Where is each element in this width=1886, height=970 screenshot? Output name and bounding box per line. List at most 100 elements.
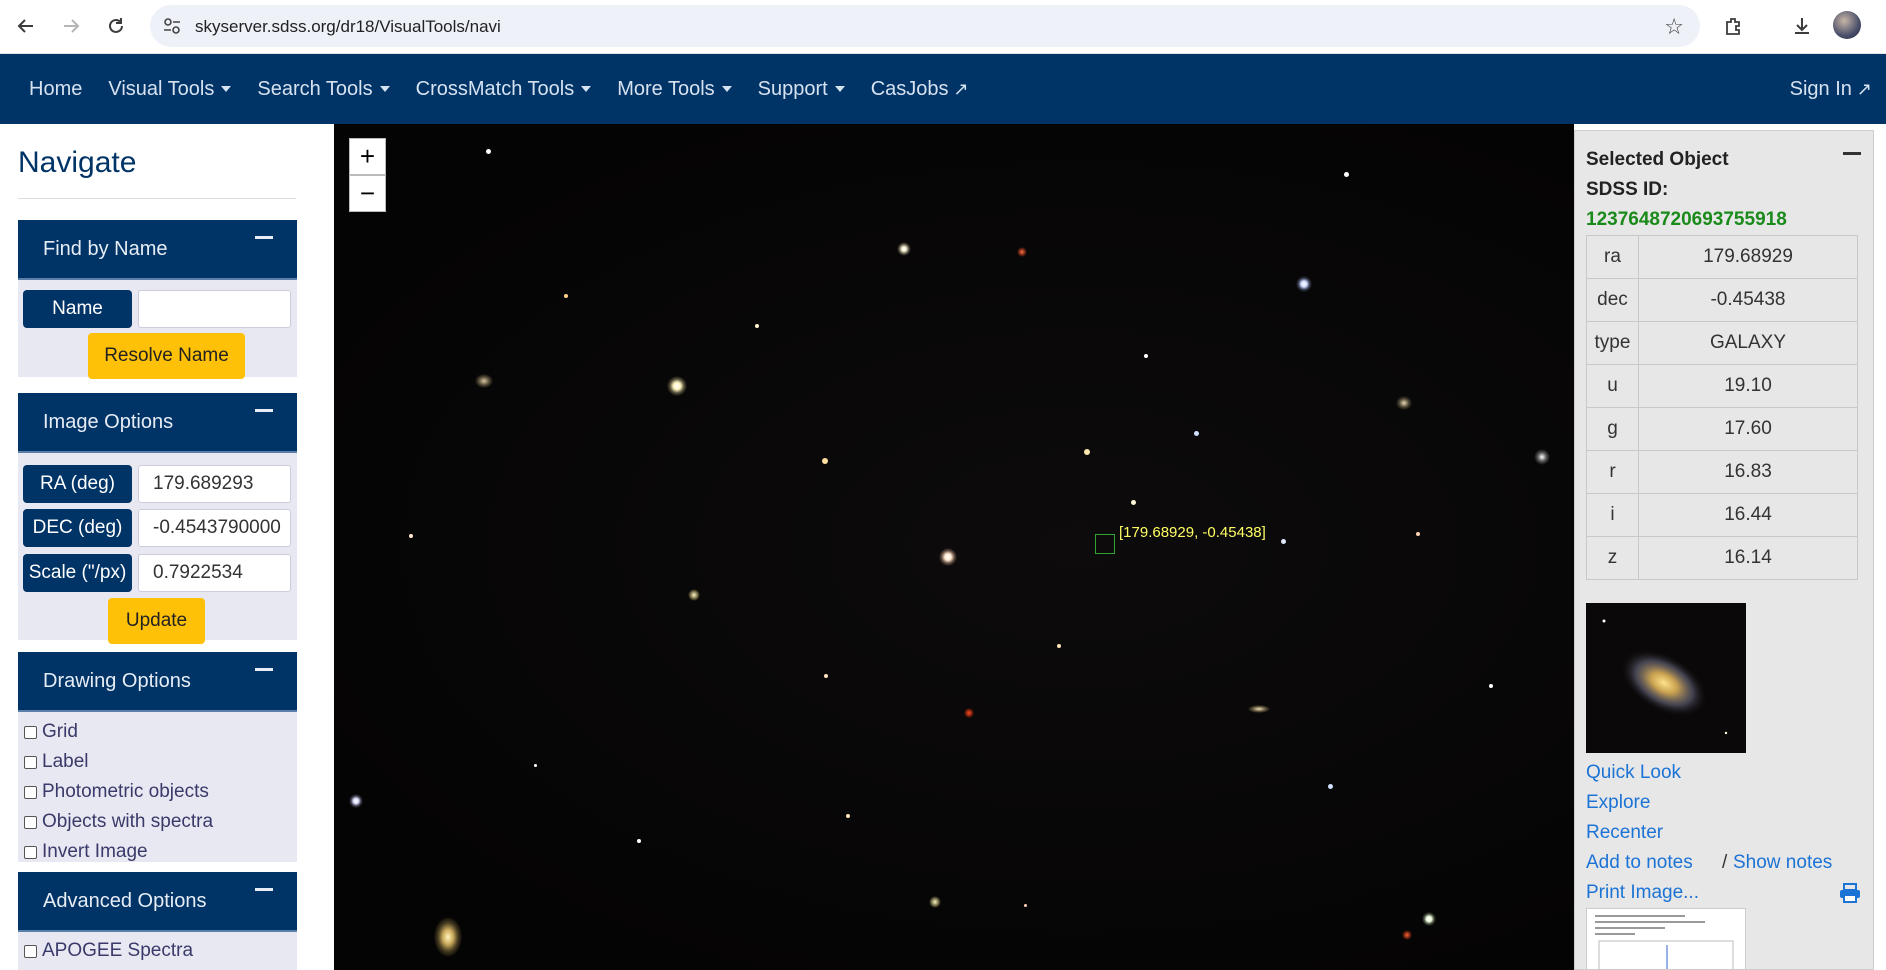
drawing-options-title: Drawing Options — [43, 669, 191, 692]
download-icon[interactable] — [1786, 10, 1818, 42]
name-input[interactable] — [138, 290, 291, 328]
nav-visual-tools[interactable]: Visual Tools — [95, 78, 244, 101]
site-navbar: Home Visual Tools Search Tools CrossMatc… — [0, 54, 1886, 124]
grid-checkbox[interactable]: Grid — [24, 721, 78, 743]
nav-casjobs-label: CasJobs — [870, 77, 949, 100]
advanced-options-title: Advanced Options — [43, 889, 207, 912]
resolve-name-button[interactable]: Resolve Name — [88, 333, 245, 379]
zoom-in-button[interactable]: + — [349, 138, 386, 175]
update-button[interactable]: Update — [108, 598, 205, 644]
checkbox-box[interactable] — [24, 845, 37, 859]
apogee-spectra-checkbox[interactable]: APOGEE Spectra — [24, 940, 193, 962]
table-row: u 19.10 — [1586, 364, 1858, 408]
zoom-out-button[interactable]: − — [349, 175, 386, 212]
nav-support[interactable]: Support — [745, 78, 858, 101]
nav-more-tools[interactable]: More Tools — [604, 78, 744, 101]
photometric-objects-checkbox[interactable]: Photometric objects — [24, 781, 209, 803]
url-text: skyserver.sdss.org/dr18/VisualTools/navi — [195, 17, 501, 36]
image-options-body: RA (deg) 179.689293 DEC (deg) -0.4543790… — [18, 453, 297, 644]
selected-object-marker[interactable] — [1095, 534, 1115, 554]
invert-image-checkbox[interactable]: Invert Image — [24, 841, 148, 863]
sdss-id-value: 1237648720693755918 — [1586, 209, 1787, 230]
selected-object-title: Selected Object — [1586, 149, 1729, 170]
sign-in-label: Sign In — [1789, 77, 1852, 100]
site-info-icon[interactable] — [162, 16, 182, 36]
selected-object-panel: Selected Object SDSS ID: 123764872069375… — [1574, 130, 1874, 970]
label-label: Label — [42, 751, 89, 772]
ra-label: RA (deg) — [23, 465, 132, 503]
caret-down-icon — [581, 86, 592, 92]
external-link-icon: ↗ — [1856, 78, 1872, 99]
dec-label: DEC (deg) — [23, 509, 132, 547]
checkbox-box[interactable] — [24, 944, 37, 958]
prop-value: 19.10 — [1638, 364, 1858, 408]
print-image-link[interactable]: Print Image... — [1586, 882, 1699, 904]
collapse-icon[interactable] — [255, 236, 273, 239]
main-menu: Home Visual Tools Search Tools CrossMatc… — [16, 54, 982, 124]
forward-icon[interactable] — [55, 10, 87, 42]
caret-down-icon — [221, 86, 232, 92]
prop-value: 16.14 — [1638, 536, 1858, 580]
prop-key: type — [1586, 321, 1639, 365]
invert-image-label: Invert Image — [42, 841, 148, 862]
label-checkbox[interactable]: Label — [24, 751, 89, 773]
nav-home-label: Home — [29, 77, 83, 100]
image-options-header[interactable]: Image Options — [18, 393, 297, 453]
quick-look-link[interactable]: Quick Look — [1586, 762, 1681, 784]
collapse-icon[interactable] — [255, 668, 273, 671]
explore-link[interactable]: Explore — [1586, 792, 1650, 814]
nav-support-label: Support — [757, 77, 828, 100]
recenter-link[interactable]: Recenter — [1586, 822, 1663, 844]
nav-search-tools[interactable]: Search Tools — [244, 78, 402, 101]
object-thumbnail[interactable] — [1586, 603, 1746, 753]
drawing-options-header[interactable]: Drawing Options — [18, 652, 297, 712]
properties-table: ra 179.68929 dec -0.45438 type GALAXY u 19.1… — [1586, 235, 1858, 580]
nav-more-tools-label: More Tools — [617, 77, 715, 100]
find-by-name-header[interactable]: Find by Name — [18, 220, 297, 280]
table-row: dec -0.45438 — [1586, 278, 1858, 322]
back-icon[interactable] — [10, 10, 42, 42]
scale-input[interactable]: 0.7922534 — [138, 554, 291, 592]
checkbox-box[interactable] — [24, 785, 37, 799]
printer-icon[interactable] — [1839, 883, 1861, 903]
collapse-icon[interactable] — [255, 409, 273, 412]
find-by-name-title: Find by Name — [43, 237, 168, 260]
profile-avatar[interactable] — [1833, 11, 1861, 39]
sdss-id-label: SDSS ID: — [1586, 179, 1669, 200]
prop-key: ra — [1586, 235, 1639, 279]
checkbox-box[interactable] — [24, 815, 37, 829]
checkbox-box[interactable] — [24, 755, 37, 769]
dec-input[interactable]: -0.4543790000 — [138, 509, 291, 547]
prop-value: 16.44 — [1638, 493, 1858, 537]
prop-key: i — [1586, 493, 1639, 537]
address-bar[interactable]: skyserver.sdss.org/dr18/VisualTools/navi… — [150, 5, 1700, 47]
checkbox-box[interactable] — [24, 725, 37, 739]
nav-crossmatch-tools[interactable]: CrossMatch Tools — [403, 78, 605, 101]
prop-value: GALAXY — [1638, 321, 1858, 365]
prop-value: 17.60 — [1638, 407, 1858, 451]
collapse-icon[interactable] — [255, 888, 273, 891]
bookmark-star-icon[interactable]: ☆ — [1664, 14, 1684, 40]
nav-visual-tools-label: Visual Tools — [108, 77, 215, 100]
link-separator: / — [1722, 852, 1728, 873]
ra-input[interactable]: 179.689293 — [138, 465, 291, 503]
nav-home[interactable]: Home — [16, 78, 95, 101]
sign-in-link[interactable]: Sign In ↗ — [1790, 54, 1872, 124]
marker-coordinates: [179.68929, -0.45438] — [1119, 524, 1266, 541]
prop-key: dec — [1586, 278, 1639, 322]
sky-image-viewer[interactable]: + − [179.68929, -0.45438] — [334, 124, 1574, 970]
advanced-options-header[interactable]: Advanced Options — [18, 872, 297, 932]
reload-icon[interactable] — [100, 10, 132, 42]
navigate-panel: Navigate Find by Name Name Resolve Name … — [0, 124, 334, 970]
caret-down-icon — [721, 86, 732, 92]
nav-search-tools-label: Search Tools — [257, 77, 373, 100]
prop-key: u — [1586, 364, 1639, 408]
objects-with-spectra-checkbox[interactable]: Objects with spectra — [24, 811, 213, 833]
add-to-notes-link[interactable]: Add to notes — [1586, 852, 1693, 874]
extensions-icon[interactable] — [1718, 10, 1750, 42]
nav-casjobs[interactable]: CasJobs ↗ — [858, 78, 982, 101]
collapse-icon[interactable] — [1843, 152, 1861, 155]
photometric-objects-label: Photometric objects — [42, 781, 209, 802]
prop-key: r — [1586, 450, 1639, 494]
show-notes-link[interactable]: Show notes — [1733, 852, 1832, 874]
